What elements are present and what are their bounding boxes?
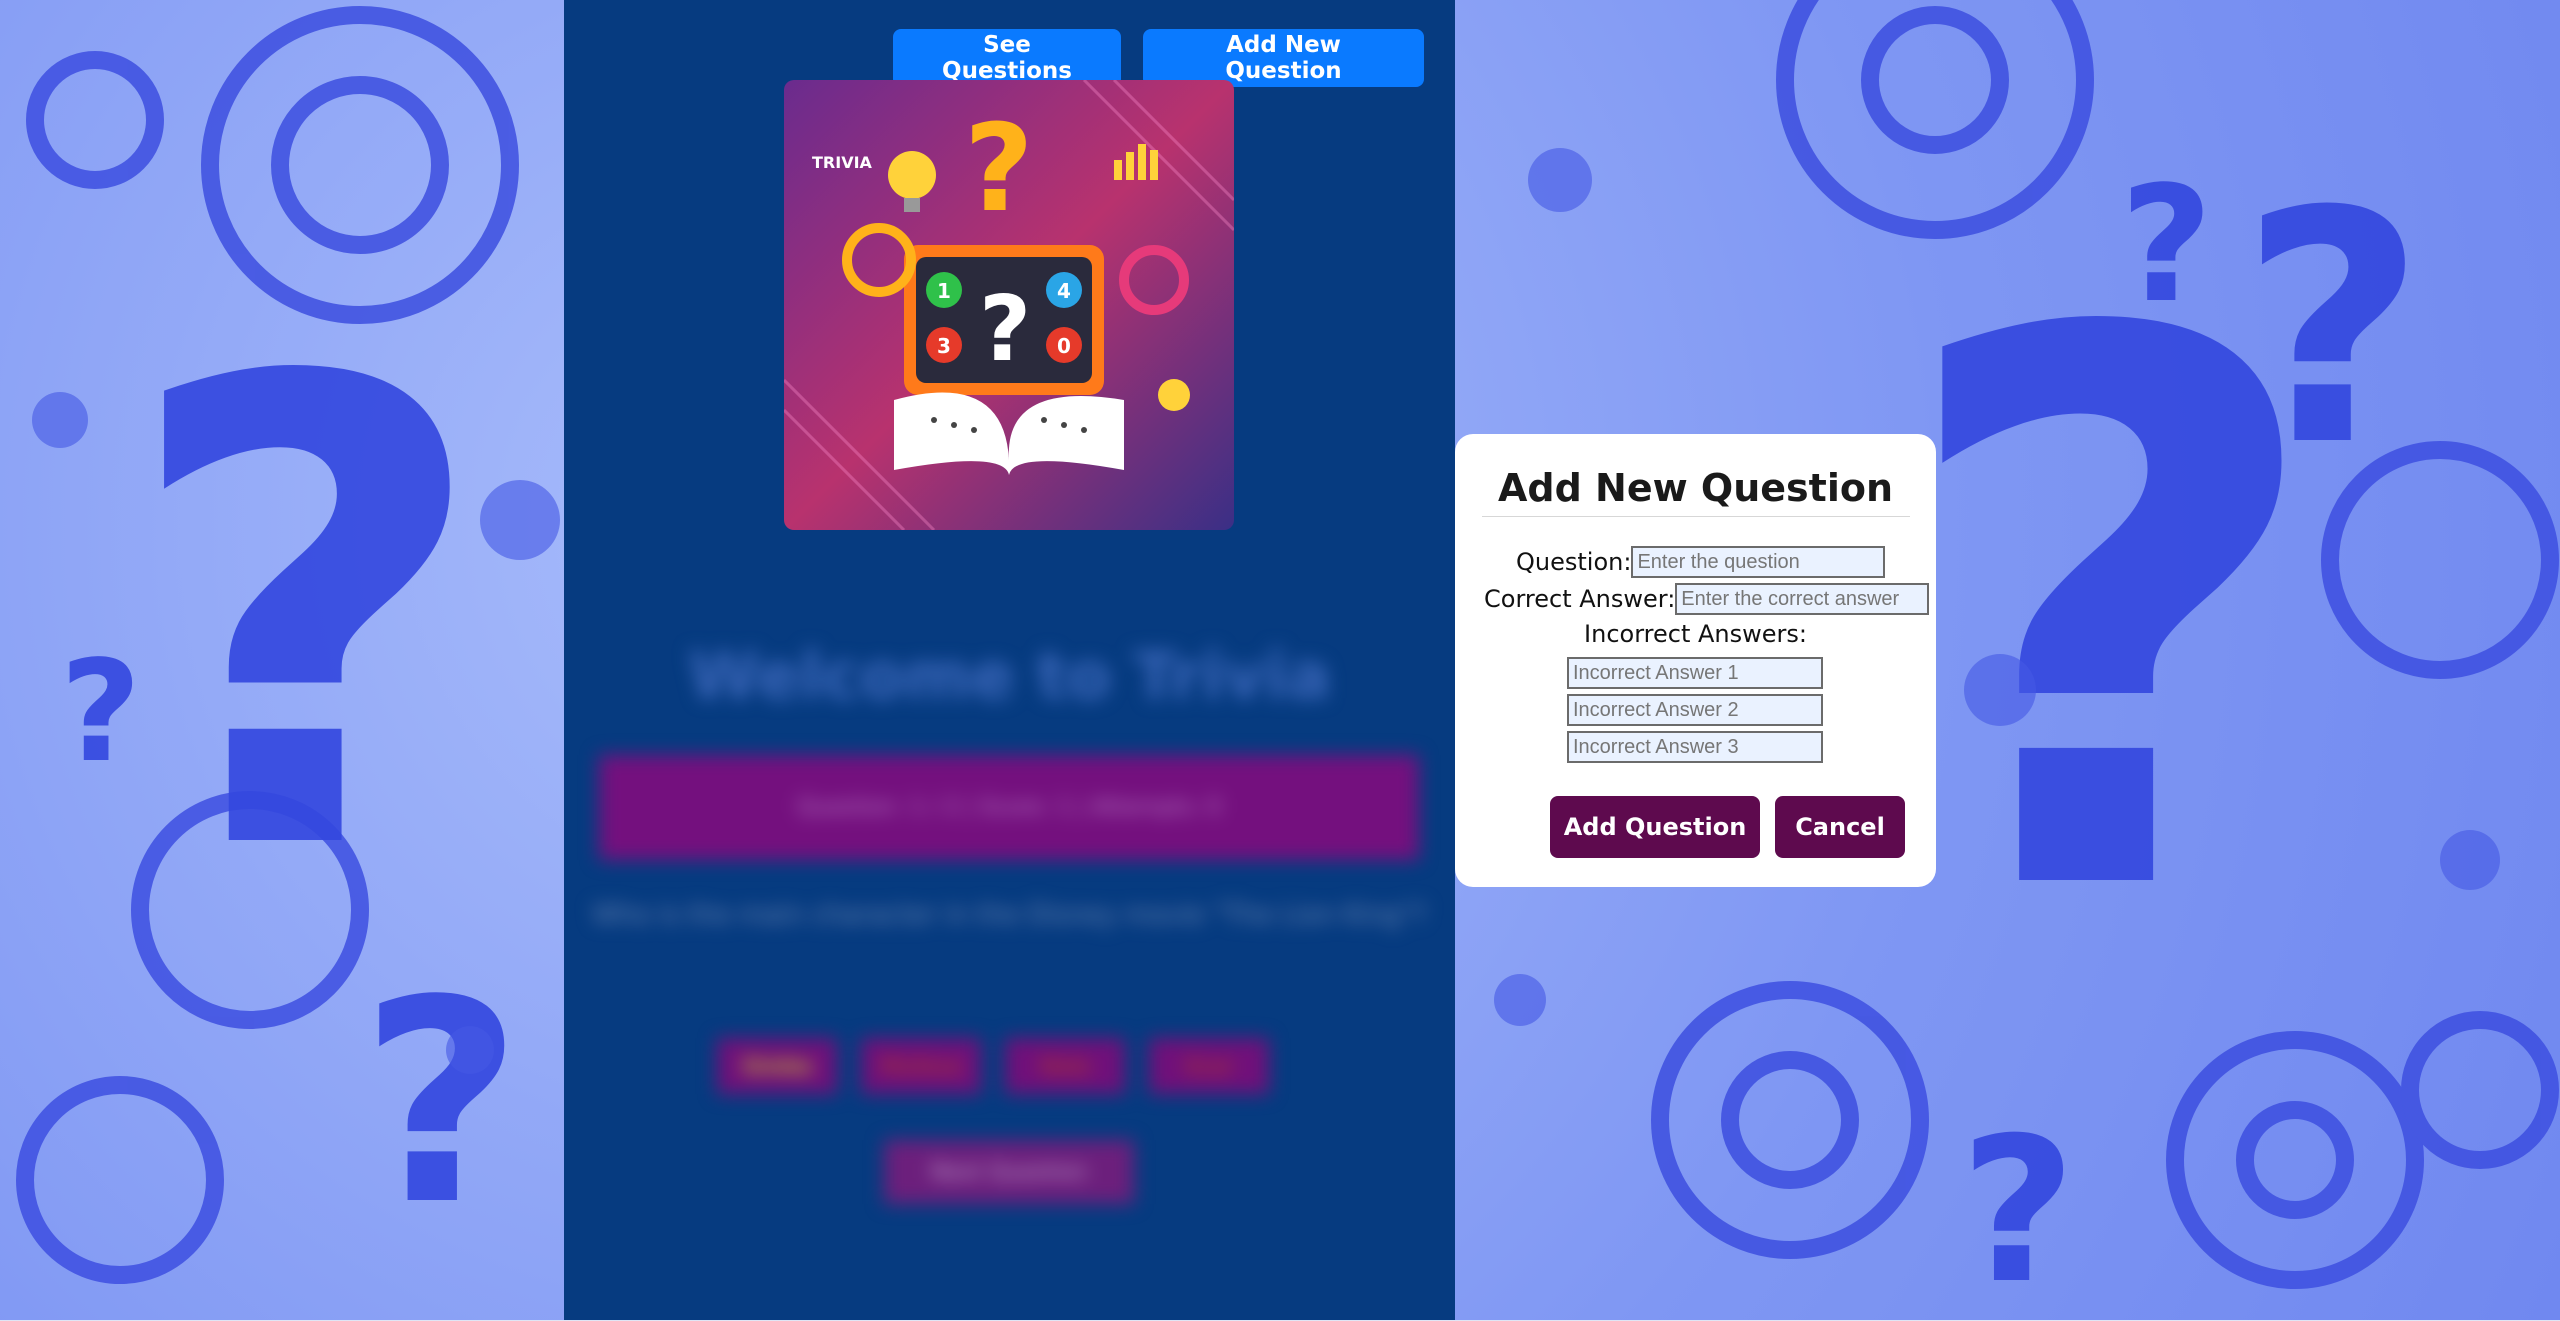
svg-text:?: ? xyxy=(2120,151,2213,338)
next-question-button: Next Question xyxy=(884,1140,1134,1204)
trivia-badge: TRIVIA xyxy=(812,153,873,172)
incorrect-answer-1-wrap xyxy=(1567,657,1823,689)
question-input[interactable] xyxy=(1631,546,1886,578)
incorrect-answer-3-wrap xyxy=(1567,731,1823,763)
question-label: Question: xyxy=(1516,548,1632,576)
svg-text:?: ? xyxy=(360,941,522,1267)
tile-1: 1 xyxy=(937,279,951,303)
incorrect-answers-label: Incorrect Answers: xyxy=(1584,620,1807,648)
incorrect-answer-3-input[interactable] xyxy=(1567,731,1823,763)
top-nav: See Questions Add New Question xyxy=(893,29,1424,87)
incorrect-answer-2-input[interactable] xyxy=(1567,694,1823,726)
modal-actions: Add Question Cancel xyxy=(1550,796,1905,858)
modal-title: Add New Question xyxy=(1497,466,1894,510)
answer-option: Simba xyxy=(717,1038,837,1094)
correct-answer-row: Correct Answer: xyxy=(1484,583,1930,615)
tile-0: 0 xyxy=(1057,334,1071,358)
answer-option: Mufasa xyxy=(861,1038,981,1094)
modal-divider xyxy=(1482,516,1910,517)
see-questions-button[interactable]: See Questions xyxy=(893,29,1121,87)
answer-option: Nala xyxy=(1005,1038,1125,1094)
add-question-button[interactable]: Add Question xyxy=(1550,796,1760,858)
cancel-button[interactable]: Cancel xyxy=(1775,796,1905,858)
add-new-question-button[interactable]: Add New Question xyxy=(1143,29,1424,87)
blurred-quiz-area: Welcome to Trivia Question: 1 / 2 | Scor… xyxy=(564,560,1455,1204)
tile-4: 4 xyxy=(1057,279,1071,303)
svg-text:?: ? xyxy=(120,246,491,991)
question-row: Question: xyxy=(1516,546,1886,578)
answer-list: Simba Mufasa Nala Scar xyxy=(717,1038,1269,1094)
svg-text:?: ? xyxy=(1960,1095,2076,1321)
trivia-hero-image: TRIVIA ? 1 4 3 0 ? xyxy=(784,80,1234,530)
welcome-title: Welcome to Trivia xyxy=(688,640,1331,714)
svg-text:?: ? xyxy=(2240,144,2426,516)
screen-question-mark: ? xyxy=(979,277,1031,382)
tile-3: 3 xyxy=(937,334,951,358)
quiz-question: Who is the main character in the Disney … xyxy=(592,900,1427,930)
svg-text:?: ? xyxy=(60,631,141,794)
add-question-modal: Add New Question Question: Correct Answe… xyxy=(1455,434,1936,887)
correct-answer-label: Correct Answer: xyxy=(1484,585,1676,613)
hero-question-mark: ? xyxy=(964,100,1034,239)
incorrect-answer-1-input[interactable] xyxy=(1567,657,1823,689)
correct-answer-input[interactable] xyxy=(1675,583,1930,615)
incorrect-answer-2-wrap xyxy=(1567,694,1823,726)
score-bar: Question: 1 / 2 | Score: 1 | Attempts: 0 xyxy=(599,755,1419,860)
answer-option: Scar xyxy=(1149,1038,1269,1094)
